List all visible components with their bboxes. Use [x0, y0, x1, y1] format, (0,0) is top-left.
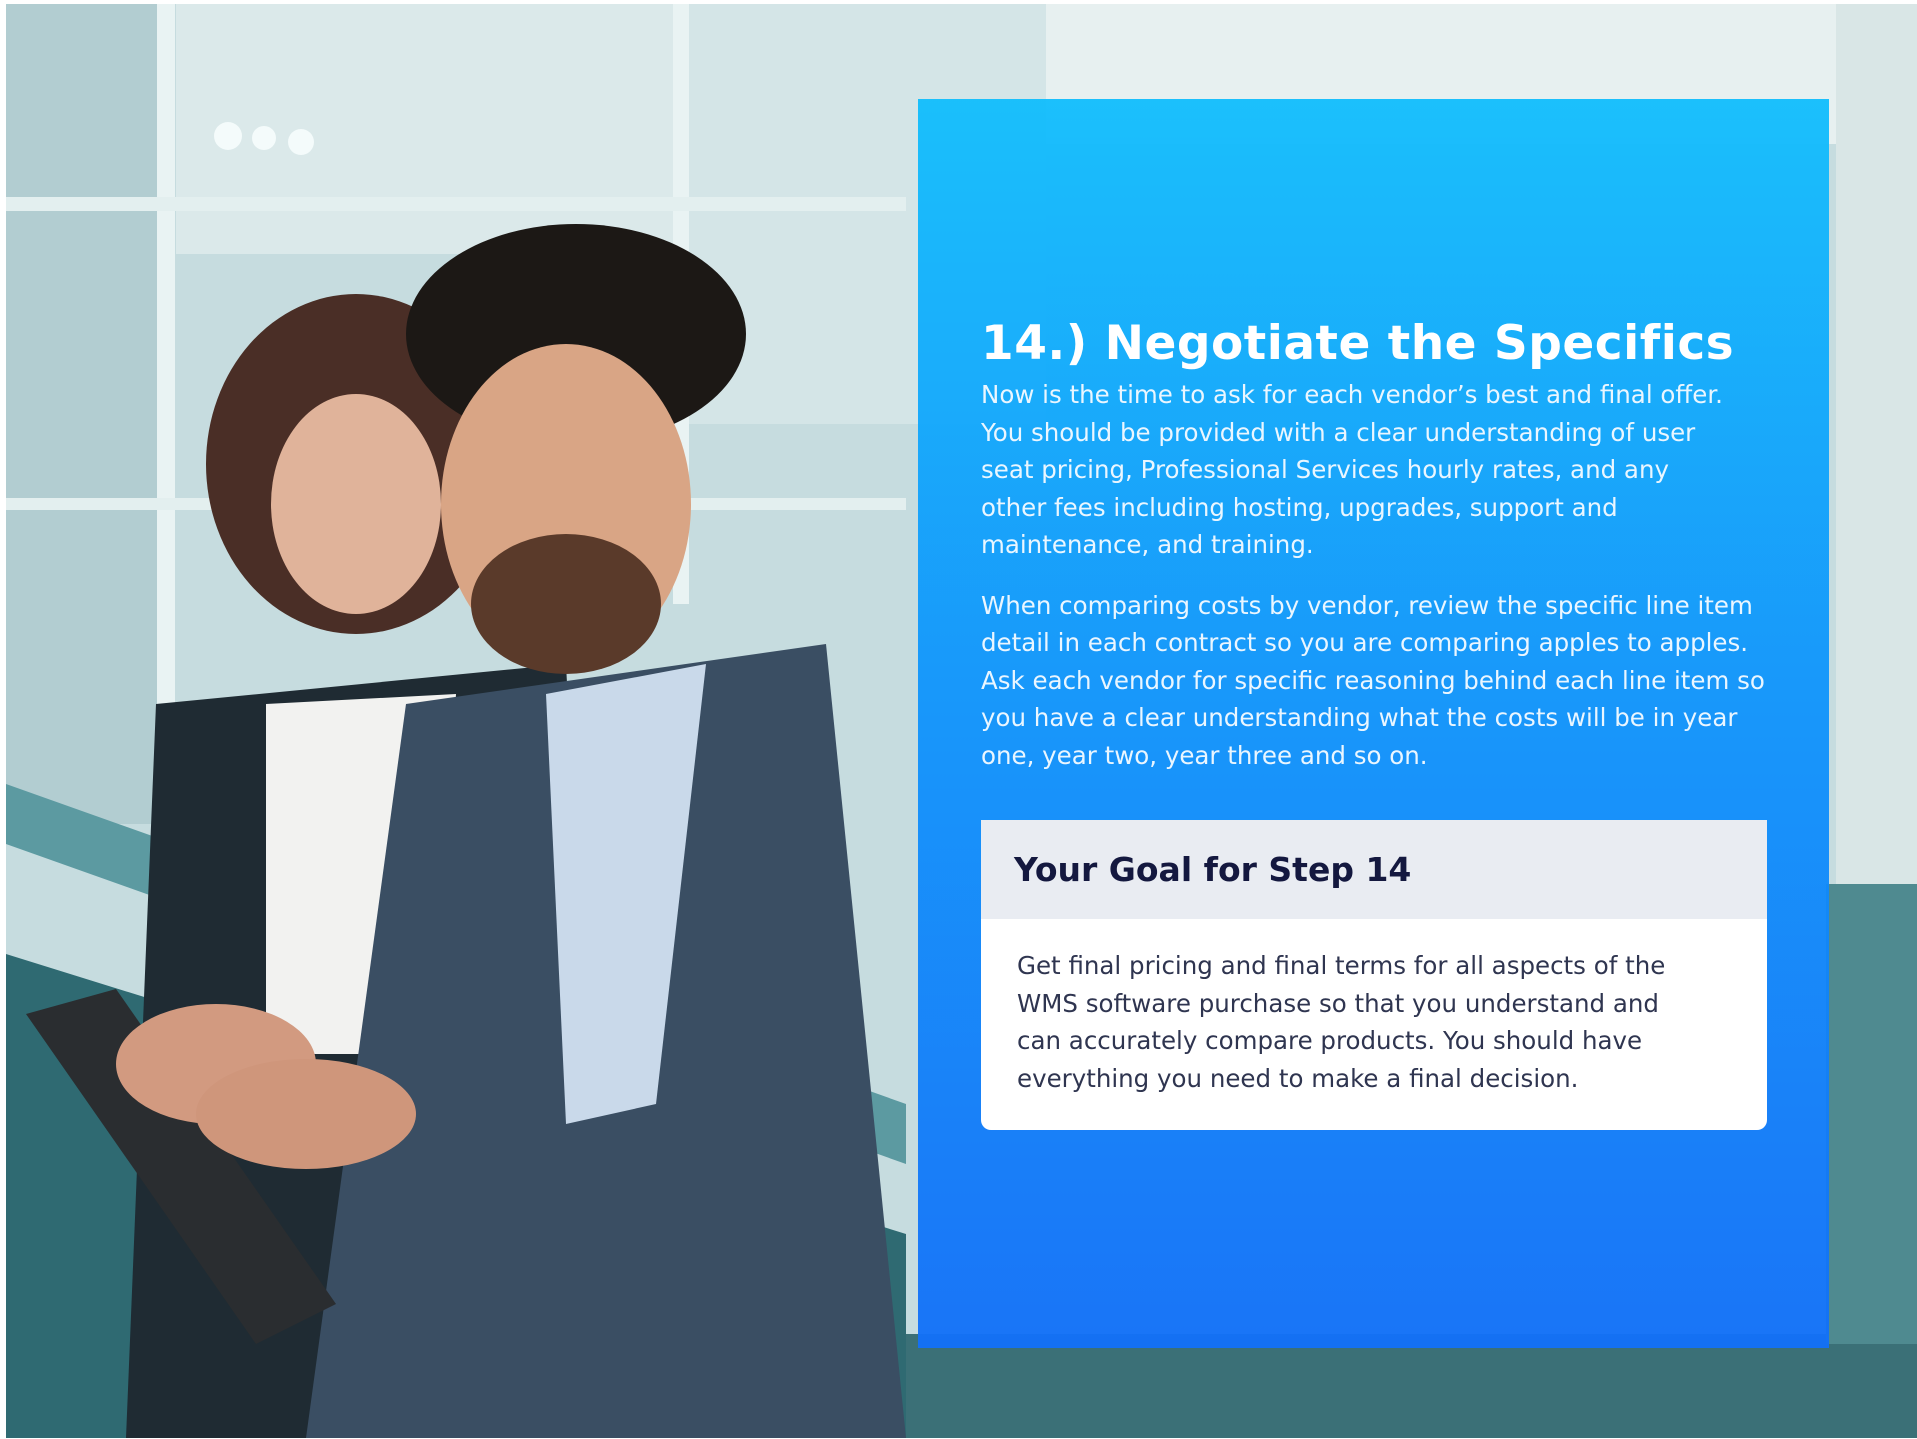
goal-text: Get final pricing and final terms for al… [1017, 951, 1666, 1093]
content-panel: 14.) Negotiate the Specifics Now is the … [918, 99, 1829, 1348]
step-title: 14.) Negotiate the Specifics [981, 316, 1735, 371]
goal-header: Your Goal for Step 14 [981, 820, 1767, 919]
page: 14.) Negotiate the Specifics Now is the … [0, 0, 1917, 1439]
step-paragraph-1: Now is the time to ask for each vendor’s… [981, 380, 1723, 559]
step-content: 14.) Negotiate the Specifics Now is the … [981, 314, 1771, 774]
step-paragraph-2: When comparing costs by vendor, review t… [981, 590, 1765, 770]
goal-box: Your Goal for Step 14 Get final pricing … [981, 820, 1767, 1130]
goal-heading: Your Goal for Step 14 [1014, 850, 1412, 889]
